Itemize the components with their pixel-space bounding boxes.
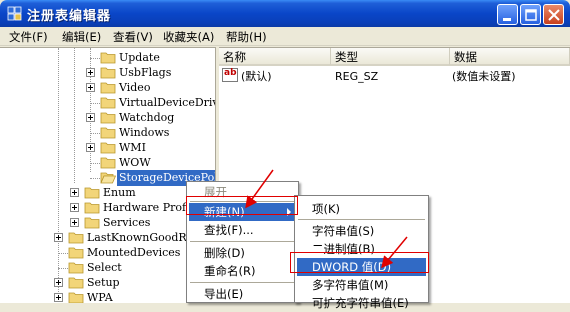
folder-icon — [84, 202, 100, 214]
menu-bar: 文件(F) 编辑(E) 查看(V) 收藏夹(A) 帮助(H) — [0, 27, 570, 46]
value-data: (数值未设置) — [452, 70, 516, 83]
menu-item-new-string[interactable]: 字符串值(S) — [297, 222, 426, 240]
menu-item-rename[interactable]: 重命名(R) — [189, 262, 296, 280]
tree-node-label: Update — [119, 51, 160, 64]
folder-icon — [68, 292, 84, 303]
menu-view[interactable]: 查看(V) — [113, 29, 153, 45]
expand-icon[interactable] — [86, 83, 95, 92]
expand-icon[interactable] — [86, 113, 95, 122]
tree-node[interactable]: UsbFlags — [0, 65, 215, 81]
tree-node[interactable]: Windows — [0, 125, 215, 141]
tree-node-label: Watchdog — [119, 111, 175, 124]
folder-icon — [68, 247, 84, 259]
expand-icon[interactable] — [70, 218, 79, 227]
folder-icon — [100, 97, 116, 109]
value-type: REG_SZ — [335, 70, 379, 83]
tree-node[interactable]: Watchdog — [0, 110, 215, 126]
tree-node-label: WPA — [87, 291, 113, 303]
annotation-box-dword — [290, 252, 429, 273]
minimize-icon — [503, 18, 511, 21]
tree-node-label: Services — [103, 216, 151, 229]
registry-tree[interactable]: Update UsbFlags Video VirtualDeviceDrive… — [0, 47, 216, 303]
window-title: 注册表编辑器 — [27, 9, 112, 24]
menu-help[interactable]: 帮助(H) — [226, 29, 267, 45]
tree-node[interactable]: Select — [0, 260, 215, 276]
folder-icon — [100, 142, 116, 154]
tree-node-label: Windows — [119, 126, 170, 139]
tree-node[interactable]: LastKnownGoodRecovery — [0, 230, 215, 246]
column-header-name[interactable]: 名称 — [219, 48, 331, 66]
menu-item-new-multistring[interactable]: 多字符串值(M) — [297, 276, 426, 294]
tree-node[interactable]: Hardware Profiles — [0, 200, 215, 216]
menu-file[interactable]: 文件(F) — [9, 29, 48, 45]
tree-node-label: Setup — [87, 276, 120, 289]
tree-node-label: WMI — [119, 141, 146, 154]
menu-item-new-expandstring[interactable]: 可扩充字符串值(E) — [297, 294, 426, 312]
tree-node-label: MountedDevices — [87, 246, 181, 259]
tree-node[interactable]: Services — [0, 215, 215, 231]
expand-icon[interactable] — [86, 68, 95, 77]
folder-icon — [100, 157, 116, 169]
menu-item-new-key[interactable]: 项(K) — [297, 200, 426, 218]
regedit-icon — [7, 6, 22, 21]
folder-icon — [84, 217, 100, 229]
tree-node-label: Select — [87, 261, 122, 274]
tree-node[interactable]: Video — [0, 80, 215, 96]
tree-node[interactable]: Enum — [0, 185, 215, 201]
close-icon — [548, 9, 560, 21]
menu-edit[interactable]: 编辑(E) — [62, 29, 101, 45]
folder-icon — [84, 187, 100, 199]
tree-node-label: VirtualDeviceDrivers — [119, 96, 215, 109]
expand-icon[interactable] — [54, 278, 63, 287]
menu-item-find[interactable]: 查找(F)... — [189, 221, 296, 239]
tree-node-label: UsbFlags — [119, 66, 172, 79]
tree-node[interactable]: Update — [0, 50, 215, 66]
tree-node[interactable]: WPA — [0, 290, 215, 303]
title-bar[interactable]: 注册表编辑器 — [0, 0, 570, 27]
tree-node[interactable]: Setup — [0, 275, 215, 291]
column-header-data[interactable]: 数据 — [450, 48, 570, 66]
tree-node-selected[interactable]: StorageDevicePolicies — [0, 170, 215, 186]
open-folder-icon — [100, 172, 116, 184]
expand-icon[interactable] — [54, 293, 63, 302]
folder-icon — [68, 262, 84, 274]
expand-icon[interactable] — [70, 203, 79, 212]
folder-icon — [100, 67, 116, 79]
tree-node[interactable]: WOW — [0, 155, 215, 171]
tree-node-label: Video — [119, 81, 151, 94]
maximize-icon — [525, 9, 537, 21]
folder-icon — [68, 277, 84, 289]
new-submenu: 项(K) 字符串值(S) 二进制值(B) DWORD 值(D) 多字符串值(M)… — [294, 195, 429, 310]
folder-icon — [100, 52, 116, 64]
folder-icon — [100, 127, 116, 139]
string-value-icon: ab — [222, 68, 238, 82]
column-header-type[interactable]: 类型 — [331, 48, 450, 66]
tree-node-label: Enum — [103, 186, 136, 199]
folder-icon — [100, 82, 116, 94]
tree-node-label: WOW — [119, 156, 151, 169]
expand-icon[interactable] — [70, 188, 79, 197]
tree-node[interactable]: WMI — [0, 140, 215, 156]
menu-favorites[interactable]: 收藏夹(A) — [163, 29, 214, 45]
menu-item-delete[interactable]: 删除(D) — [189, 244, 296, 262]
folder-icon — [68, 232, 84, 244]
maximize-button[interactable] — [520, 4, 541, 25]
annotation-box-new — [186, 196, 298, 215]
close-button[interactable] — [543, 4, 564, 25]
expand-icon[interactable] — [86, 143, 95, 152]
menu-item-export[interactable]: 导出(E) — [189, 285, 296, 303]
folder-icon — [100, 112, 116, 124]
tree-node[interactable]: MountedDevices — [0, 245, 215, 261]
tree-node[interactable]: VirtualDeviceDrivers — [0, 95, 215, 111]
value-name[interactable]: (默认) — [241, 69, 272, 85]
minimize-button[interactable] — [497, 4, 518, 25]
expand-icon[interactable] — [54, 233, 63, 242]
